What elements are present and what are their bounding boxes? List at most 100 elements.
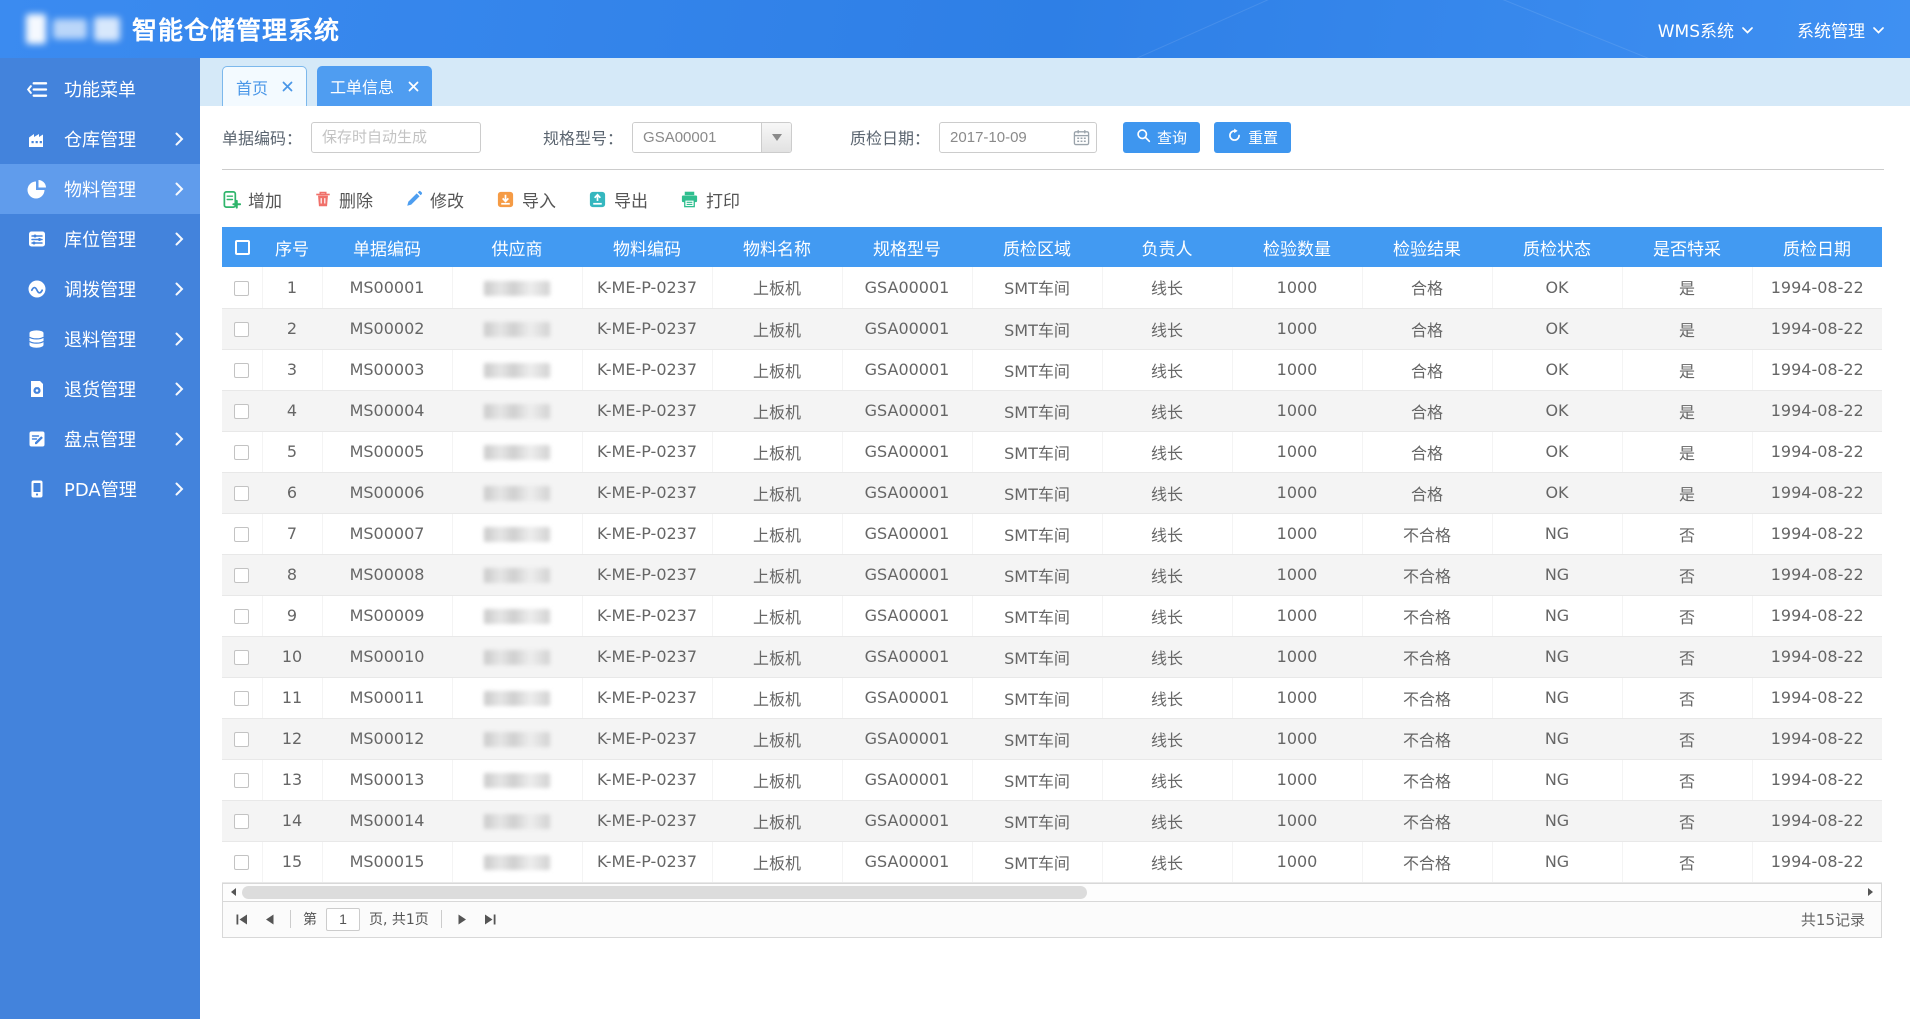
spec-select-input[interactable] [633,122,762,152]
cell: 1000 [1232,431,1363,473]
system-admin-menu-label: 系统管理 [1797,21,1865,42]
cell: 合格 [1362,431,1493,473]
page-number-input[interactable] [326,907,360,931]
sidebar-item-material[interactable]: 物料管理 [0,164,200,214]
horizontal-scrollbar[interactable] [222,882,1882,902]
row-checkbox[interactable] [234,609,250,624]
cell: MS00002 [322,308,453,350]
scroll-left-arrow[interactable] [223,884,240,901]
row-checkbox[interactable] [234,814,250,829]
first-page-button[interactable] [233,914,251,925]
column-header: 是否特采 [1622,227,1752,267]
table-row[interactable]: 13 MS00013 K-ME-P-0237 上板机 GSA00001 SMT车间 线长 10… [222,759,1882,801]
cell: 上板机 [712,308,843,350]
edit-button[interactable]: 修改 [405,187,464,212]
delete-button[interactable]: 删除 [314,187,373,212]
cell: 不合格 [1362,636,1493,678]
scrollbar-thumb[interactable] [242,885,1087,899]
row-checkbox[interactable] [234,527,250,542]
row-checkbox[interactable] [234,322,250,337]
table-row[interactable]: 5 MS00005 K-ME-P-0237 上板机 GSA00001 SMT车间 线长 100… [222,431,1882,473]
cell-supplier [452,431,583,473]
chevron-right-icon [175,232,184,246]
system-admin-menu[interactable]: 系统管理 [1797,17,1884,42]
supplier-blurred [484,568,550,583]
cell: NG [1492,718,1623,760]
scroll-right-arrow[interactable] [1864,884,1881,901]
table-row[interactable]: 15 MS00015 K-ME-P-0237 上板机 GSA00001 SMT车间 线长 10… [222,841,1882,883]
row-checkbox[interactable] [234,773,250,788]
prev-page-button[interactable] [260,914,278,925]
sidebar-item-goods-return[interactable]: 退货管理 [0,364,200,414]
last-page-button[interactable] [481,914,499,925]
table-row[interactable]: 11 MS00011 K-ME-P-0237 上板机 GSA00001 SMT车间 线长 10… [222,677,1882,719]
search-button[interactable]: 查询 [1123,121,1201,153]
cell: 合格 [1362,308,1493,350]
cell: 线长 [1102,554,1233,596]
sidebar-item-pda[interactable]: PDA管理 [0,464,200,514]
table-row[interactable]: 7 MS00007 K-ME-P-0237 上板机 GSA00001 SMT车间 线长 100… [222,513,1882,555]
dropdown-arrow-icon[interactable] [761,122,792,152]
wms-system-menu[interactable]: WMS系统 [1658,17,1753,42]
cell: 5 [262,431,323,473]
cell: SMT车间 [972,800,1103,842]
sidebar-item-stocktake[interactable]: 盘点管理 [0,414,200,464]
sidebar-item-warehouse[interactable]: 仓库管理 [0,114,200,164]
table-row[interactable]: 12 MS00012 K-ME-P-0237 上板机 GSA00001 SMT车间 线长 10… [222,718,1882,760]
print-button[interactable]: 打印 [680,187,740,212]
select-all-checkbox[interactable] [234,239,250,255]
cell: 1994-08-22 [1752,554,1882,596]
import-button[interactable]: 导入 [496,187,556,212]
table-row[interactable]: 8 MS00008 K-ME-P-0237 上板机 GSA00001 SMT车间 线长 100… [222,554,1882,596]
table-row[interactable]: 10 MS00010 K-ME-P-0237 上板机 GSA00001 SMT车间 线长 10… [222,636,1882,678]
row-checkbox[interactable] [234,363,250,378]
calendar-icon[interactable] [1073,129,1090,146]
cell: MS00004 [322,390,453,432]
next-page-button[interactable] [454,914,472,925]
pda-icon [26,478,48,500]
row-checkbox[interactable] [234,486,250,501]
doc-code-input[interactable] [311,121,482,153]
tab-label: 工单信息 [330,78,395,97]
sidebar-item-material-return[interactable]: 退料管理 [0,314,200,364]
row-checkbox[interactable] [234,568,250,583]
cell: OK [1492,349,1623,391]
row-checkbox[interactable] [234,732,250,747]
cell: 1994-08-22 [1752,636,1882,678]
column-header: 检验数量 [1232,227,1362,267]
row-checkbox[interactable] [234,650,250,665]
sidebar-item-transfer[interactable]: 调拨管理 [0,264,200,314]
sidebar-item-label: 退货管理 [64,380,136,401]
table-row[interactable]: 6 MS00006 K-ME-P-0237 上板机 GSA00001 SMT车间 线长 100… [222,472,1882,514]
export-button[interactable]: 导出 [588,187,648,212]
close-icon[interactable] [282,81,293,92]
row-checkbox[interactable] [234,280,250,296]
row-checkbox[interactable] [234,404,250,419]
cell: K-ME-P-0237 [582,677,713,719]
cell: 线长 [1102,349,1233,391]
reset-button[interactable]: 重置 [1214,121,1292,153]
tab-home[interactable]: 首页 [222,66,308,106]
table-row[interactable]: 1 MS00001 K-ME-P-0237 上板机 GSA00001 SMT车间 线长 100… [222,267,1882,309]
data-table: 序号 单据编码 供应商 物料编码 物料名称 规格型号 质检区域 负责人 检验数量 检验结果 质检状态… [222,227,1882,883]
close-icon[interactable] [408,81,419,92]
supplier-blurred [484,691,550,706]
chevron-right-icon [175,282,184,296]
sidebar-item-menu[interactable]: 功能菜单 [0,64,200,114]
table-row[interactable]: 4 MS00004 K-ME-P-0237 上板机 GSA00001 SMT车间 线长 100… [222,390,1882,432]
cell: 7 [262,513,323,555]
table-row[interactable]: 3 MS00003 K-ME-P-0237 上板机 GSA00001 SMT车间 线长 100… [222,349,1882,391]
cell: NG [1492,841,1623,883]
sidebar-item-location[interactable]: 库位管理 [0,214,200,264]
row-checkbox[interactable] [234,691,250,706]
sliders-icon [26,228,48,250]
tab-work-order[interactable]: 工单信息 [317,66,433,106]
add-button[interactable]: 增加 [222,187,282,212]
table-row[interactable]: 14 MS00014 K-ME-P-0237 上板机 GSA00001 SMT车间 线长 10… [222,800,1882,842]
page-suffix-label: 页, 共1页 [369,912,429,928]
table-header-row: 序号 单据编码 供应商 物料编码 物料名称 规格型号 质检区域 负责人 检验数量 检验结果 质检状态… [222,227,1882,267]
table-row[interactable]: 2 MS00002 K-ME-P-0237 上板机 GSA00001 SMT车间 线长 100… [222,308,1882,350]
table-row[interactable]: 9 MS00009 K-ME-P-0237 上板机 GSA00001 SMT车间 线长 100… [222,595,1882,637]
row-checkbox[interactable] [234,855,250,870]
row-checkbox[interactable] [234,445,250,460]
